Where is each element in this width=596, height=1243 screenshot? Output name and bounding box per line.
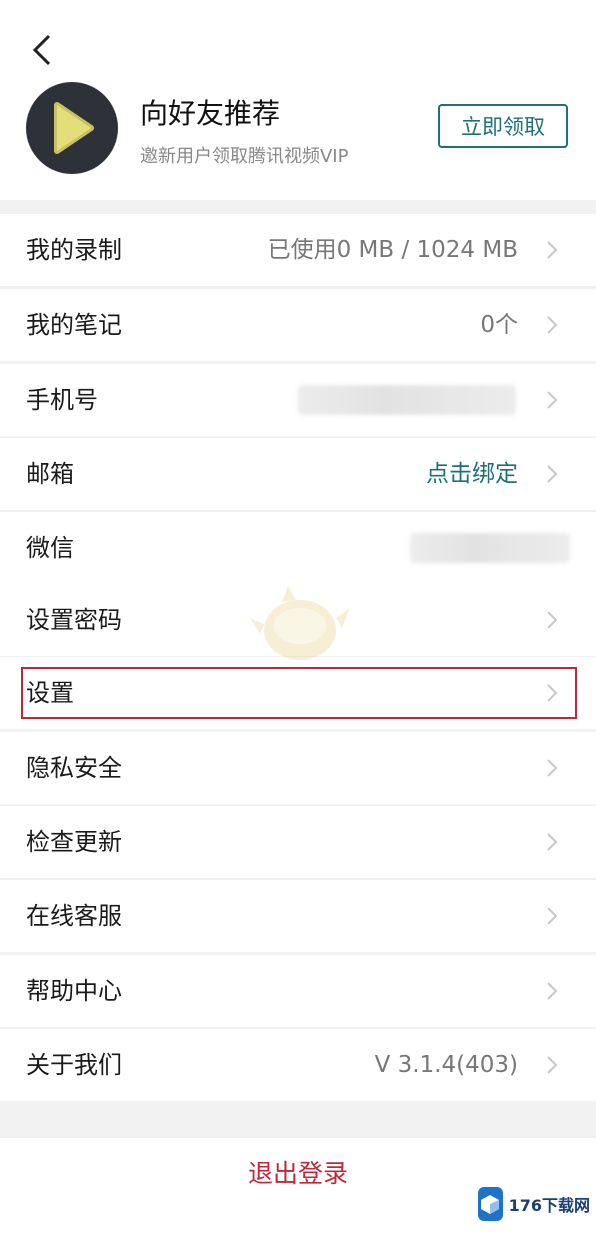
menu-item-label: 帮助中心: [26, 977, 122, 1005]
menu-item-email[interactable]: 邮箱 点击绑定: [0, 438, 596, 510]
menu-item-label: 我的录制: [26, 236, 122, 264]
back-button[interactable]: [22, 30, 62, 70]
claim-button[interactable]: 立即领取: [438, 104, 568, 148]
site-name: 176下载网: [508, 1196, 590, 1215]
phone-number-redacted: [298, 385, 516, 415]
menu-item-label: 设置密码: [26, 606, 122, 634]
menu-item-recording[interactable]: 我的录制 已使用0 MB / 1024 MB: [0, 214, 596, 286]
chevron-right-icon: [547, 465, 558, 483]
menu-item-service[interactable]: 在线客服: [0, 880, 596, 952]
menu-item-about[interactable]: 关于我们 V 3.1.4(403): [0, 1029, 596, 1101]
menu-item-label: 关于我们: [26, 1051, 122, 1079]
chevron-left-icon: [32, 34, 51, 66]
app-version: V 3.1.4(403): [374, 1052, 518, 1078]
chevron-right-icon: [547, 611, 558, 629]
menu-item-label: 我的笔记: [26, 311, 122, 339]
app-logo: [26, 82, 118, 174]
promo-subtitle: 邀新用户领取腾讯视频VIP: [140, 146, 349, 167]
menu-item-label: 在线客服: [26, 902, 122, 930]
menu-item-label: 隐私安全: [26, 754, 122, 782]
chevron-right-icon: [547, 316, 558, 334]
promo-title: 向好友推荐: [140, 97, 281, 130]
cube-icon: [478, 1187, 503, 1221]
menu-item-wechat[interactable]: 微信: [0, 512, 596, 584]
play-icon: [54, 102, 94, 154]
mascot-watermark-icon: [250, 586, 350, 660]
chevron-right-icon: [547, 391, 558, 409]
notes-count: 0个: [480, 312, 518, 338]
menu-item-label: 邮箱: [26, 460, 74, 488]
menu-item-label: 手机号: [26, 386, 98, 414]
menu-item-phone[interactable]: 手机号: [0, 364, 596, 436]
menu-item-help[interactable]: 帮助中心: [0, 955, 596, 1027]
chevron-right-icon: [547, 241, 558, 259]
storage-usage: 已使用0 MB / 1024 MB: [267, 237, 518, 263]
bind-email-link[interactable]: 点击绑定: [426, 438, 518, 510]
promo-header: 向好友推荐 邀新用户领取腾讯视频VIP 立即领取: [0, 0, 596, 200]
menu-item-notes[interactable]: 我的笔记 0个: [0, 289, 596, 361]
chevron-right-icon: [547, 833, 558, 851]
chevron-right-icon: [547, 1056, 558, 1074]
chevron-right-icon: [547, 907, 558, 925]
chevron-right-icon: [547, 759, 558, 777]
menu-item-privacy[interactable]: 隐私安全: [0, 732, 596, 804]
chevron-right-icon: [547, 982, 558, 1000]
menu-item-label: 微信: [26, 534, 74, 562]
menu-item-label: 检查更新: [26, 828, 122, 856]
site-watermark: 176下载网: [478, 1184, 590, 1224]
settings-highlight-box: [21, 667, 577, 719]
menu-item-update[interactable]: 检查更新: [0, 806, 596, 878]
wechat-account-redacted: [410, 533, 570, 563]
